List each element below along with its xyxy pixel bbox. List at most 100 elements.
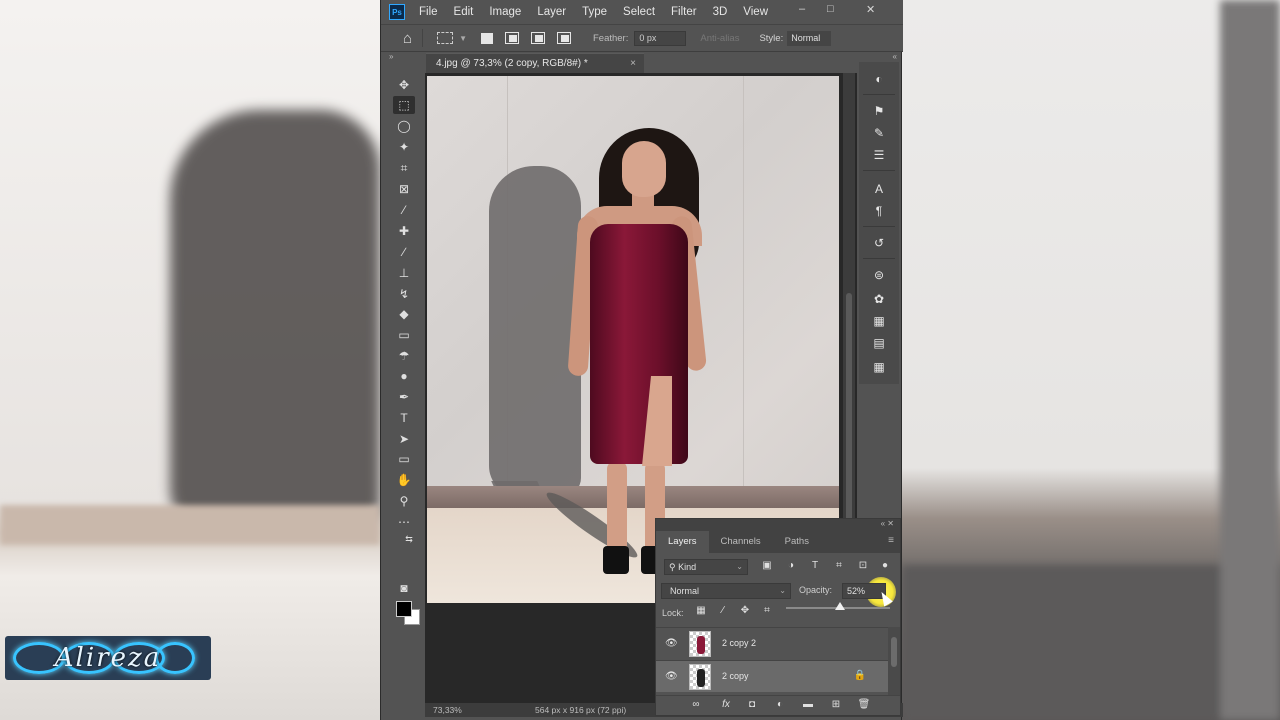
menu-filter[interactable]: Filter <box>671 6 697 18</box>
adjustment-layer-icon[interactable]: ◐ <box>772 699 788 713</box>
add-mask-icon[interactable]: ◘ <box>744 699 760 713</box>
menu-3d[interactable]: 3D <box>713 6 728 18</box>
path-selection-icon[interactable]: ➤ <box>393 430 415 448</box>
frame-tool-icon[interactable]: ⊠ <box>393 180 415 198</box>
new-selection-icon[interactable] <box>480 32 493 44</box>
foreground-color-swatch[interactable] <box>396 601 412 617</box>
eyedropper-tool-icon[interactable]: ⁄ <box>393 201 415 219</box>
eraser-tool-icon[interactable]: ◆ <box>393 305 415 323</box>
eye-icon[interactable]: 👁 <box>665 671 678 682</box>
layer-row-selected[interactable]: 👁 2 copy 🔒 <box>656 660 888 692</box>
delete-layer-icon[interactable]: 🗑 <box>856 699 872 713</box>
actions-panel-icon[interactable]: ↺ <box>867 234 891 252</box>
opacity-slider[interactable] <box>786 602 890 610</box>
filter-toggle-icon[interactable]: ● <box>878 560 892 574</box>
close-icon[interactable]: ✕ <box>866 3 875 16</box>
color-panel-icon[interactable]: ◐ <box>867 70 891 88</box>
brushes-panel-icon[interactable]: ✎ <box>867 124 891 142</box>
menu-view[interactable]: View <box>743 6 768 18</box>
hand-tool-icon[interactable]: ✋ <box>393 471 415 489</box>
tab-channels[interactable]: Channels <box>709 531 773 553</box>
history-panel-icon[interactable]: ⚑ <box>867 102 891 120</box>
zoom-tool-icon[interactable]: ⚲ <box>393 492 415 510</box>
gradient-tool-icon[interactable]: ▭ <box>393 326 415 344</box>
lock-artboard-icon[interactable]: ⌗ <box>760 605 774 619</box>
marquee-preset-icon[interactable] <box>437 32 454 44</box>
brush-tool-icon[interactable]: ∕ <box>393 243 415 261</box>
home-icon[interactable]: ⌂ <box>403 30 412 47</box>
smart-object-filter-icon[interactable]: ⊡ <box>856 560 870 574</box>
character-panel-icon[interactable]: A <box>867 180 891 198</box>
healing-brush-icon[interactable]: ✚ <box>393 222 415 240</box>
antialias-checkbox[interactable]: Anti-alias <box>700 33 739 44</box>
menu-image[interactable]: Image <box>489 6 521 18</box>
menu-select[interactable]: Select <box>623 6 655 18</box>
blurred-edge <box>1220 0 1280 720</box>
tab-layers[interactable]: Layers <box>656 531 709 553</box>
adjustments-panel-icon[interactable]: ☰ <box>867 146 891 164</box>
link-layers-icon[interactable]: ∞ <box>688 699 704 713</box>
dodge-tool-icon[interactable]: ● <box>393 367 415 385</box>
crop-tool-icon[interactable]: ⌗ <box>393 159 415 177</box>
intersect-selection-icon[interactable] <box>556 32 571 44</box>
minimize-icon[interactable]: – <box>799 3 805 15</box>
smudge-tool-icon[interactable]: ☂ <box>393 347 415 365</box>
lasso-tool-icon[interactable]: ◯ <box>393 117 415 135</box>
menu-layer[interactable]: Layer <box>537 6 566 18</box>
panel-header[interactable]: « ✕ <box>656 519 900 531</box>
rectangle-tool-icon[interactable]: ▭ <box>393 450 415 468</box>
photoshop-logo-icon[interactable]: Ps <box>389 4 405 20</box>
opacity-slider-knob[interactable] <box>835 602 846 610</box>
new-group-icon[interactable]: ▬ <box>800 699 816 713</box>
lock-transparency-icon[interactable]: ▦ <box>694 605 708 619</box>
feather-input[interactable]: 0 px <box>634 30 687 46</box>
gradients-panel-icon[interactable]: ▤ <box>867 334 891 352</box>
layer-name[interactable]: 2 copy 2 <box>722 638 756 648</box>
history-brush-icon[interactable]: ↯ <box>393 285 415 303</box>
quick-mask-icon[interactable]: ◙ <box>393 579 415 597</box>
more-tools-icon[interactable]: ⋯ <box>393 513 415 531</box>
layer-name[interactable]: 2 copy <box>722 671 749 681</box>
style-select[interactable]: Normal <box>787 30 832 46</box>
add-to-selection-icon[interactable] <box>504 32 519 44</box>
collapse-icon[interactable]: » <box>389 52 393 61</box>
stamp-tool-icon[interactable]: ⊥ <box>393 264 415 282</box>
move-tool-icon[interactable]: ✥ <box>393 76 415 94</box>
close-document-icon[interactable]: × <box>630 54 636 74</box>
tab-paths[interactable]: Paths <box>773 531 821 553</box>
layers-scrollbar[interactable] <box>888 627 900 695</box>
fx-icon[interactable]: fx <box>718 699 734 713</box>
chevron-down-icon[interactable]: ▼ <box>459 34 467 43</box>
magic-wand-tool-icon[interactable]: ✦ <box>393 138 415 156</box>
marquee-tool-icon[interactable]: ⬚ <box>393 96 415 114</box>
layer-thumbnail <box>689 664 711 690</box>
paragraph-panel-icon[interactable]: ¶ <box>867 202 891 220</box>
type-tool-icon[interactable]: T <box>393 409 415 427</box>
kind-filter-select[interactable]: ⚲ Kind ⌄ <box>664 559 748 575</box>
pixel-filter-icon[interactable]: ▣ <box>760 560 774 574</box>
menu-file[interactable]: File <box>419 6 438 18</box>
lock-position-icon[interactable]: ✥ <box>738 605 752 619</box>
new-layer-icon[interactable]: ⊞ <box>828 699 844 713</box>
swatches-panel-icon[interactable]: ✿ <box>867 290 891 308</box>
shape-filter-icon[interactable]: ⌗ <box>832 560 846 574</box>
dock-collapse-icon[interactable]: « <box>843 52 903 62</box>
grid-panel-icon[interactable]: ▦ <box>867 358 891 376</box>
zoom-level[interactable]: 73,33% <box>433 703 462 717</box>
eye-icon[interactable]: 👁 <box>665 638 678 649</box>
libraries-panel-icon[interactable]: ⊜ <box>867 266 891 284</box>
panel-menu-icon[interactable]: ≡ <box>888 535 894 546</box>
type-filter-icon[interactable]: T <box>808 560 822 574</box>
subtract-selection-icon[interactable] <box>530 32 545 44</box>
menu-type[interactable]: Type <box>582 6 607 18</box>
patterns-panel-icon[interactable]: ▦ <box>867 312 891 330</box>
adjustment-filter-icon[interactable]: ◑ <box>784 560 798 574</box>
lock-pixels-icon[interactable]: ∕ <box>716 605 730 619</box>
pen-tool-icon[interactable]: ✒ <box>393 388 415 406</box>
blend-mode-select[interactable]: Normal ⌄ <box>661 583 791 599</box>
menu-edit[interactable]: Edit <box>454 6 474 18</box>
document-tab[interactable]: 4.jpg @ 73,3% (2 copy, RGB/8#) * × <box>426 53 644 73</box>
swap-colors-icon[interactable]: ⇆ <box>399 530 419 548</box>
maximize-icon[interactable]: □ <box>827 3 834 15</box>
layer-row[interactable]: 👁 2 copy 2 <box>656 627 888 659</box>
